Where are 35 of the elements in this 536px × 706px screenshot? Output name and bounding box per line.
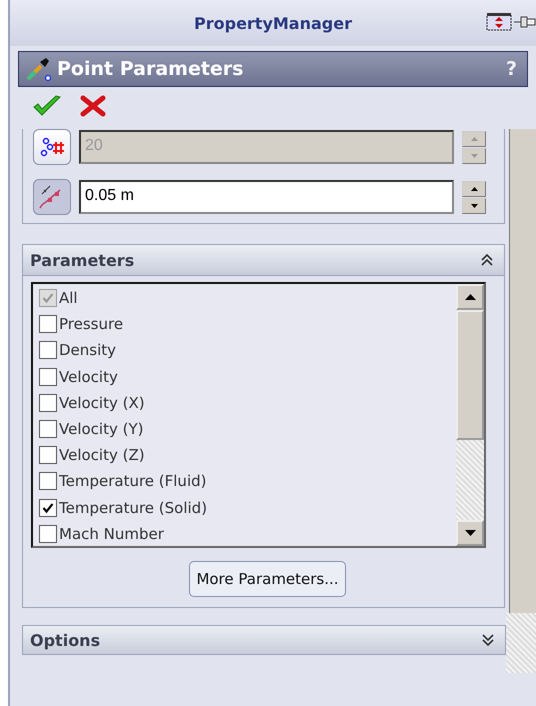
point-count-icon[interactable]: [33, 129, 71, 165]
parameter-checkbox[interactable]: Mach Number: [33, 520, 456, 547]
close-icon[interactable]: [80, 94, 106, 118]
caret-down-icon: [470, 204, 478, 208]
parameter-checkbox[interactable]: Temperature (Fluid): [33, 468, 456, 494]
caret-down-icon: [470, 154, 478, 158]
panel-scrollbar[interactable]: [509, 129, 536, 615]
parameter-checkbox[interactable]: Temperature (Solid): [33, 494, 456, 521]
number-field[interactable]: 0.05 m: [79, 180, 454, 214]
parameter-checkbox[interactable]: Velocity (X): [33, 390, 456, 416]
collapse-chevron-icon: [480, 253, 494, 267]
collapse-icon[interactable]: [486, 12, 512, 32]
expand-chevron-icon: [481, 633, 495, 647]
section-header[interactable]: Options: [22, 625, 506, 655]
parameter-checkbox[interactable]: Velocity: [33, 364, 456, 390]
arrow-down-icon: [464, 530, 476, 536]
scrollbar-track: [506, 613, 536, 673]
more-parameters-button[interactable]: More Parameters...: [189, 561, 346, 597]
parameter-checkbox[interactable]: Density: [33, 337, 456, 364]
checkmark-icon: [42, 292, 54, 304]
list-scrollbar[interactable]: [456, 284, 484, 546]
ok-icon[interactable]: [32, 94, 62, 118]
section-header[interactable]: Parameters: [23, 245, 504, 276]
spin-button[interactable]: [462, 180, 486, 214]
arrow-up-icon: [464, 294, 476, 300]
parameter-checkbox[interactable]: Velocity (Y): [33, 416, 456, 442]
parameter-checkbox[interactable]: Pressure: [33, 311, 456, 338]
checkmark-icon: [42, 502, 54, 514]
panel-title: PropertyManager: [194, 14, 352, 32]
panel-heading: Point Parameters: [57, 58, 244, 80]
point-spacing-icon[interactable]: [33, 179, 71, 215]
caret-up-icon: [470, 186, 478, 190]
eyedropper-icon: [25, 56, 51, 82]
parameter-checkbox[interactable]: Velocity (Z): [33, 442, 456, 468]
caret-up-icon: [470, 136, 478, 140]
